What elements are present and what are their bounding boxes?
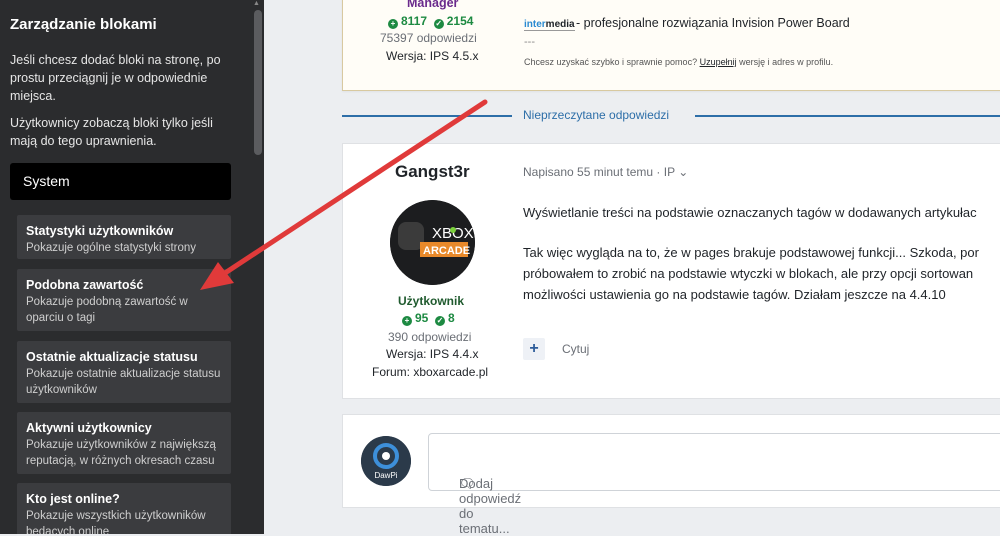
widget-user-stats[interactable]: Statystyki użytkowników Pokazuje ogólne … (17, 215, 231, 259)
plus-icon: + (402, 316, 412, 326)
ips-version: Wersja: IPS 4.5.x (386, 49, 479, 63)
widget-desc: Pokazuje ostatnie aktualizacje statusu u… (26, 368, 221, 396)
signature-help: Chcesz uzyskać szybko i sprawnie pomoc? … (524, 57, 834, 67)
author-role: Użytkownik (398, 294, 465, 308)
post-body-line: możliwości ustawienia go na podstawie ta… (523, 287, 946, 302)
reply-input[interactable]: 🗨 Dodaj odpowiedź do tematu... (428, 433, 1000, 536)
plus-icon: + (388, 19, 398, 29)
rep-positive: 8117 (401, 14, 428, 28)
answers-count: 390 odpowiedzi (388, 330, 472, 344)
intermedia-logo[interactable]: intermedia (524, 19, 575, 31)
forum-url: Forum: xboxarcade.pl (372, 365, 489, 379)
separator-line-right (695, 115, 1000, 117)
widget-title: Statystyki użytkowników (26, 224, 174, 238)
svg-text:DawPi: DawPi (374, 471, 397, 480)
widget-desc: Pokazuje użytkowników z największą reput… (26, 439, 216, 467)
widget-title: Podobna zawartość (26, 278, 144, 292)
complete-profile-link[interactable]: Uzupełnij (700, 57, 737, 67)
dawpi-avatar-icon: DawPi (361, 436, 411, 486)
scroll-up-icon[interactable]: ▲ (253, 0, 260, 7)
sidebar-desc-line: prostu przeciągnij je w odpowiednie (10, 71, 208, 85)
author-name[interactable]: Gangst3r (395, 162, 470, 182)
reputation: +95 ✓ 8 (402, 311, 455, 326)
widget-similar-content[interactable]: Podobna zawartość Pokazuje podobną zawar… (17, 269, 231, 331)
block-manager-sidebar: Zarządzanie blokami Jeśli chcesz dodać b… (0, 0, 264, 534)
sidebar-desc-line: Jeśli chcesz dodać bloki na stronę, po (10, 53, 221, 67)
sidebar-title: Zarządzanie blokami (10, 16, 157, 33)
quote-button[interactable]: Cytuj (562, 342, 589, 356)
reputation: +8117 ✓ 2154 (388, 14, 473, 29)
sidebar-description: Jeśli chcesz dodać bloki na stronę, po p… (10, 51, 245, 105)
sidebar-desc-line: miejsca. (10, 89, 56, 103)
rep-positive: 95 (415, 311, 429, 325)
signature-dash: --- (524, 36, 535, 48)
widget-desc: Pokazuje wszystkich użytkowników będącyc… (26, 510, 206, 534)
author-role: Manager (407, 0, 459, 10)
post-body-line: Tak więc wygląda na to, że w pages braku… (523, 245, 979, 260)
svg-text:ARCADE: ARCADE (423, 245, 470, 257)
signature-text: - profesjonalne rozwiązania Invision Pow… (576, 16, 850, 30)
post-body-line: Wyświetlanie treści na podstawie oznacza… (523, 205, 977, 220)
post-body-line: próbowałem to zrobić na podstawie wtyczk… (523, 266, 974, 281)
sidebar-scroll-thumb[interactable] (254, 10, 262, 155)
widget-desc: Pokazuje ogólne statystyki strony (26, 242, 197, 254)
rep-negative: 8 (448, 311, 455, 325)
sidebar-desc-line: Użytkownicy zobaczą bloki tylko jeśli (10, 116, 213, 130)
unread-separator: Nieprzeczytane odpowiedzi (523, 108, 670, 122)
answers-count: 75397 odpowiedzi (380, 31, 477, 45)
section-label: System (23, 173, 70, 189)
check-icon: ✓ (433, 19, 444, 29)
widget-desc: Pokazuje podobną zawartość w oparciu o t… (26, 296, 188, 324)
widget-active-users[interactable]: Aktywni użytkownicy Pokazuje użytkownikó… (17, 412, 231, 474)
widget-title: Ostatnie aktualizacje statusu (26, 350, 198, 364)
multiquote-button[interactable]: + (523, 338, 545, 360)
user-avatar[interactable]: DawPi (361, 436, 411, 486)
post-meta[interactable]: Napisano 55 minut temu · IP ⌄ (523, 165, 688, 179)
sidebar-desc-line: mają do tego uprawnienia. (10, 134, 157, 148)
rep-negative: 2154 (446, 14, 474, 28)
ips-version: Wersja: IPS 4.4.x (386, 347, 479, 361)
check-icon: ✓ (435, 316, 446, 326)
xbox-arcade-icon: XBOX ARCADE (390, 200, 475, 285)
section-system[interactable]: System (10, 163, 231, 200)
widget-status-updates[interactable]: Ostatnie aktualizacje statusu Pokazuje o… (17, 341, 231, 403)
widget-title: Aktywni użytkownicy (26, 421, 152, 435)
widget-who-online[interactable]: Kto jest online? Pokazuje wszystkich uży… (17, 483, 231, 534)
sidebar-permissions-note: Użytkownicy zobaczą bloki tylko jeśli ma… (10, 114, 245, 150)
separator-line-left (342, 115, 512, 117)
widget-title: Kto jest online? (26, 492, 120, 506)
author-avatar[interactable]: XBOX ARCADE (390, 200, 475, 285)
